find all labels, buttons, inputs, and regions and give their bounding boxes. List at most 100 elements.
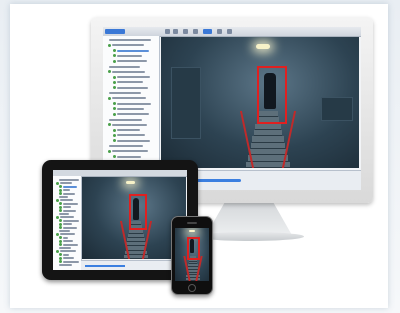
sidebar-item[interactable] bbox=[63, 219, 79, 222]
grid-icon[interactable] bbox=[193, 29, 198, 34]
camera-status-icon bbox=[113, 54, 116, 58]
camera-status-icon bbox=[59, 236, 62, 240]
sidebar-item[interactable] bbox=[59, 247, 71, 249]
sidebar-item[interactable] bbox=[63, 260, 79, 263]
smartphone-device bbox=[171, 216, 213, 295]
camera-status-icon bbox=[113, 112, 116, 116]
sidebar-item[interactable] bbox=[59, 264, 72, 266]
home-button[interactable] bbox=[188, 284, 196, 292]
camera-status-icon bbox=[113, 107, 116, 111]
sidebar-item[interactable] bbox=[59, 230, 70, 232]
camera-video-view[interactable] bbox=[175, 228, 209, 281]
sidebar-item[interactable] bbox=[112, 44, 144, 47]
camera-status-icon bbox=[113, 86, 116, 90]
sidebar-item[interactable] bbox=[117, 54, 142, 57]
sidebar-item[interactable] bbox=[59, 196, 68, 198]
sidebar-item[interactable] bbox=[117, 155, 141, 158]
sidebar-item[interactable] bbox=[117, 76, 150, 79]
camera-status-icon bbox=[113, 59, 116, 63]
sidebar-item[interactable] bbox=[117, 49, 149, 52]
playback-progress-bar[interactable] bbox=[85, 265, 125, 267]
sidebar-item[interactable] bbox=[63, 192, 75, 195]
zoom-icon[interactable] bbox=[227, 29, 232, 34]
ceiling-lamp bbox=[126, 181, 135, 184]
camera-status-icon bbox=[113, 133, 116, 137]
camera-status-icon bbox=[113, 128, 116, 132]
camera-status-icon bbox=[113, 102, 116, 106]
sidebar-item[interactable] bbox=[60, 216, 74, 219]
ceiling-lamp bbox=[189, 230, 195, 232]
camera-status-icon bbox=[113, 49, 116, 53]
sidebar-item[interactable] bbox=[109, 145, 143, 147]
camera-status-icon bbox=[113, 80, 116, 84]
camera-video-view[interactable] bbox=[161, 37, 359, 168]
sidebar-item[interactable] bbox=[63, 185, 77, 188]
sidebar-item[interactable] bbox=[117, 81, 143, 84]
camera-tree-sidebar[interactable] bbox=[53, 176, 82, 270]
camera-status-icon bbox=[113, 139, 116, 143]
sidebar-item[interactable] bbox=[60, 250, 76, 253]
sidebar-item[interactable] bbox=[109, 92, 141, 94]
sidebar-item[interactable] bbox=[63, 226, 77, 229]
camera-status-icon bbox=[108, 123, 111, 127]
person-figure bbox=[190, 239, 194, 253]
sidebar-item[interactable] bbox=[117, 86, 148, 89]
camera-status-icon bbox=[108, 149, 111, 153]
camera-status-icon bbox=[108, 43, 111, 47]
sidebar-item[interactable] bbox=[109, 65, 140, 68]
sidebar-item[interactable] bbox=[63, 253, 69, 256]
camera-status-icon bbox=[108, 70, 111, 74]
home-icon[interactable] bbox=[183, 29, 188, 34]
sidebar-item[interactable] bbox=[112, 123, 147, 126]
sidebar-item[interactable] bbox=[112, 70, 145, 73]
sidebar-item[interactable] bbox=[112, 97, 146, 100]
back-icon[interactable] bbox=[165, 29, 170, 34]
sidebar-item[interactable] bbox=[63, 243, 78, 246]
sidebar-item[interactable] bbox=[117, 102, 151, 105]
pause-icon[interactable] bbox=[217, 29, 222, 34]
person-figure bbox=[264, 73, 276, 109]
camera-status-icon bbox=[59, 209, 62, 213]
sidebar-item[interactable] bbox=[63, 202, 78, 205]
forward-icon[interactable] bbox=[173, 29, 178, 34]
sidebar-item[interactable] bbox=[60, 182, 72, 185]
sidebar-item[interactable] bbox=[112, 150, 148, 153]
sidebar-item[interactable] bbox=[63, 209, 76, 212]
sidebar-item[interactable] bbox=[117, 129, 140, 132]
sidebar-item[interactable] bbox=[117, 113, 149, 116]
speaker-grille bbox=[187, 222, 197, 224]
app-menu-button[interactable] bbox=[105, 29, 125, 34]
sidebar-item[interactable] bbox=[60, 233, 75, 236]
sidebar-item[interactable] bbox=[59, 179, 79, 181]
sidebar-item[interactable] bbox=[117, 134, 145, 137]
ceiling-lamp bbox=[256, 44, 270, 49]
sidebar-item[interactable] bbox=[109, 39, 151, 41]
sidebar-item[interactable] bbox=[63, 189, 70, 192]
camera-status-icon bbox=[113, 75, 116, 79]
wall-panel bbox=[171, 67, 201, 139]
camera-status-icon bbox=[59, 253, 62, 257]
camera-status-icon bbox=[113, 155, 116, 159]
wall-panel bbox=[321, 97, 353, 121]
sidebar-item[interactable] bbox=[117, 139, 150, 142]
sidebar-item[interactable] bbox=[117, 107, 144, 110]
sidebar-item[interactable] bbox=[63, 236, 68, 239]
camera-status-icon bbox=[59, 243, 62, 247]
camera-status-icon bbox=[59, 202, 62, 206]
sidebar-item[interactable] bbox=[63, 240, 73, 243]
sidebar-item[interactable] bbox=[63, 223, 72, 226]
camera-status-icon bbox=[59, 226, 62, 230]
sidebar-item[interactable] bbox=[117, 60, 147, 63]
sidebar-item[interactable] bbox=[63, 206, 71, 209]
play-icon[interactable] bbox=[203, 29, 212, 34]
camera-status-icon bbox=[59, 219, 62, 223]
person-figure bbox=[133, 198, 139, 220]
sidebar-item[interactable] bbox=[59, 213, 69, 215]
camera-status-icon bbox=[59, 192, 62, 196]
sidebar-item[interactable] bbox=[63, 257, 74, 260]
camera-status-icon bbox=[59, 260, 62, 264]
camera-status-icon bbox=[108, 96, 111, 100]
sidebar-item[interactable] bbox=[109, 118, 142, 121]
sidebar-item[interactable] bbox=[60, 199, 73, 202]
tablet-screen bbox=[53, 170, 187, 270]
